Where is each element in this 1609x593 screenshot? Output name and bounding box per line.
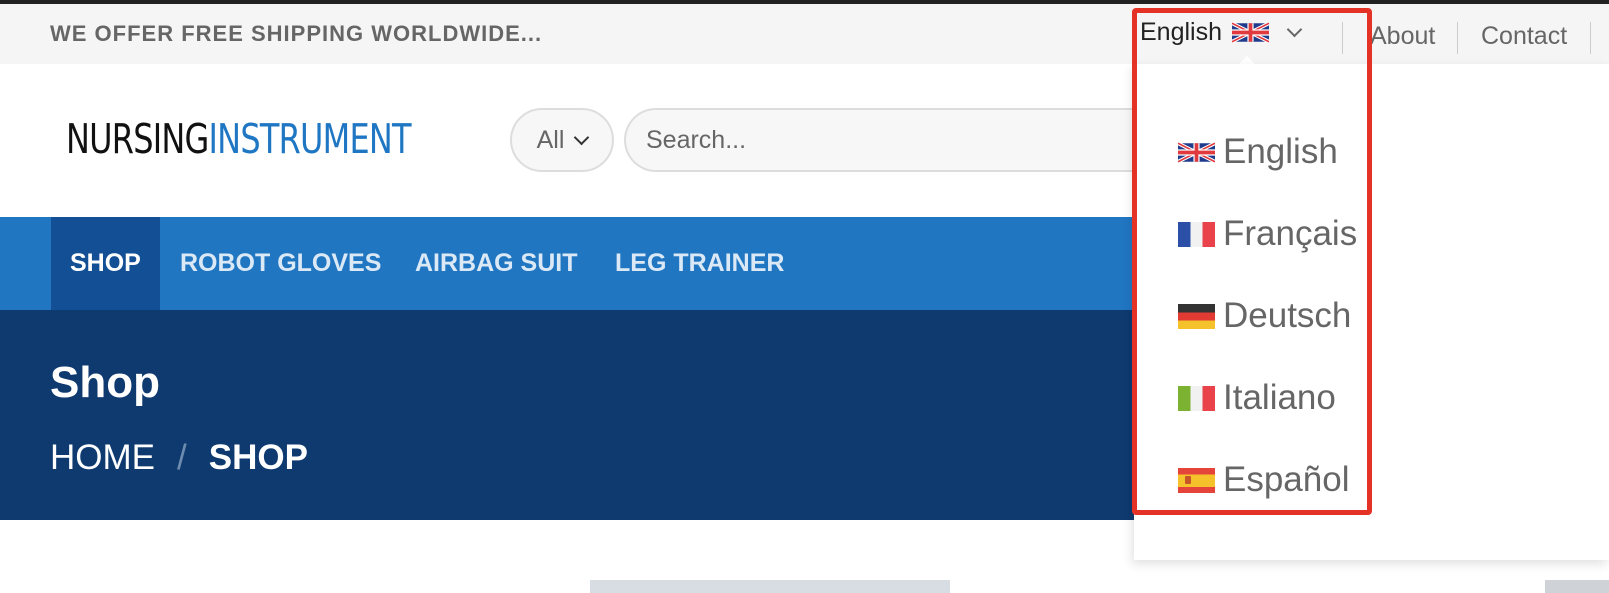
language-option-label: Français [1223, 214, 1358, 253]
language-option-german[interactable]: Deutsch [1178, 296, 1351, 336]
topbar-divider [1457, 22, 1458, 54]
page-title: Shop [50, 358, 160, 407]
contact-link[interactable]: Contact [1481, 22, 1567, 51]
shipping-notice: WE OFFER FREE SHIPPING WORLDWIDE... [50, 21, 543, 46]
nav-item-leg-trainer[interactable]: LEG TRAINER [615, 217, 784, 310]
language-option-label: English [1223, 132, 1338, 171]
logo-part-nursing: NURSING [66, 115, 209, 163]
chevron-down-icon [1286, 21, 1303, 38]
nav-item-shop[interactable]: SHOP [51, 217, 160, 310]
breadcrumb: HOME / SHOP [50, 438, 308, 478]
about-link[interactable]: About [1370, 22, 1435, 51]
italy-flag-icon [1178, 385, 1215, 411]
language-option-english[interactable]: English [1178, 132, 1338, 172]
top-bar: WE OFFER FREE SHIPPING WORLDWIDE... Engl… [0, 4, 1609, 64]
language-current-label: English [1140, 18, 1222, 46]
breadcrumb-current: SHOP [208, 438, 308, 477]
topbar-divider [1590, 22, 1591, 54]
uk-flag-icon [1178, 141, 1215, 163]
language-option-spanish[interactable]: Español [1178, 460, 1349, 500]
category-select-value: All [536, 125, 565, 154]
product-image[interactable] [1545, 580, 1609, 593]
logo-part-instrument: INSTRUMENT [208, 115, 412, 163]
nav-item-airbag-suit[interactable]: AIRBAG SUIT [415, 217, 578, 310]
nav-item-robot-gloves[interactable]: ROBOT GLOVES [180, 217, 381, 310]
uk-flag-icon [1232, 21, 1269, 44]
language-option-label: Italiano [1223, 378, 1336, 417]
topbar-divider [1342, 22, 1343, 54]
language-option-italian[interactable]: Italiano [1178, 378, 1336, 418]
language-option-label: Deutsch [1223, 296, 1352, 335]
france-flag-icon [1178, 221, 1215, 247]
breadcrumb-separator: / [177, 438, 187, 477]
page: WE OFFER FREE SHIPPING WORLDWIDE... Engl… [0, 0, 1609, 593]
search-input[interactable] [624, 108, 1144, 172]
spain-flag-icon [1178, 467, 1215, 493]
site-logo[interactable]: NURSINGINSTRUMENT [66, 115, 412, 163]
category-select[interactable]: All [510, 108, 614, 172]
language-option-label: Español [1223, 460, 1350, 499]
language-switcher[interactable]: English [1140, 18, 1303, 47]
breadcrumb-home-link[interactable]: HOME [50, 438, 155, 478]
language-option-french[interactable]: Français [1178, 214, 1357, 254]
germany-flag-icon [1178, 303, 1215, 329]
product-image[interactable] [590, 580, 950, 593]
chevron-down-icon [574, 129, 590, 145]
